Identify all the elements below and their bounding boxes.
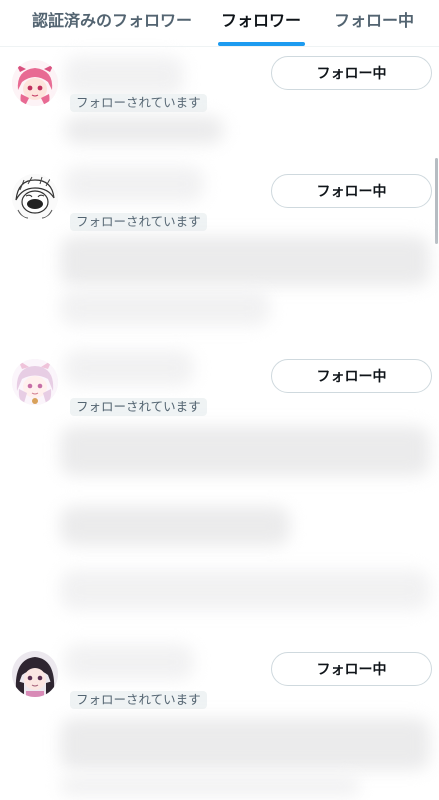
tab-followers[interactable]: フォロワー (214, 0, 308, 46)
tab-bar: 認証済みのフォロワー フォロワー フォロー中 (0, 0, 439, 47)
blurred-bio (60, 776, 360, 796)
blurred-bio (60, 236, 430, 286)
follows-you-badge: フォローされています (70, 94, 207, 112)
follows-you-badge: フォローされています (70, 398, 207, 416)
blurred-bio (64, 116, 224, 144)
blurred-bio (60, 570, 430, 610)
blurred-bio (60, 506, 290, 546)
blurred-name (64, 56, 184, 96)
blurred-name (64, 644, 194, 680)
blurred-name (64, 166, 204, 202)
following-button[interactable]: フォロー中 (271, 56, 432, 90)
following-button[interactable]: フォロー中 (271, 359, 432, 393)
active-tab-indicator (218, 42, 305, 46)
blurred-bio (60, 290, 270, 326)
avatar[interactable] (12, 359, 58, 405)
following-button[interactable]: フォロー中 (271, 174, 432, 208)
sketch-avatar-icon (12, 174, 58, 220)
scrollbar[interactable] (435, 158, 438, 244)
pastel-anime-avatar-icon (12, 359, 58, 405)
dark-hair-anime-avatar-icon (12, 651, 58, 697)
blurred-bio (60, 718, 430, 770)
tab-following[interactable]: フォロー中 (324, 0, 424, 46)
blurred-bio (60, 426, 430, 476)
follows-you-badge: フォローされています (70, 691, 207, 709)
avatar[interactable] (12, 651, 58, 697)
follows-you-badge: フォローされています (70, 213, 207, 231)
tab-verified-followers[interactable]: 認証済みのフォロワー (22, 0, 202, 46)
blurred-name (64, 350, 194, 386)
following-button[interactable]: フォロー中 (271, 652, 432, 686)
avatar[interactable] (12, 174, 58, 220)
pink-anime-avatar-icon (12, 60, 58, 106)
avatar[interactable] (12, 60, 58, 106)
